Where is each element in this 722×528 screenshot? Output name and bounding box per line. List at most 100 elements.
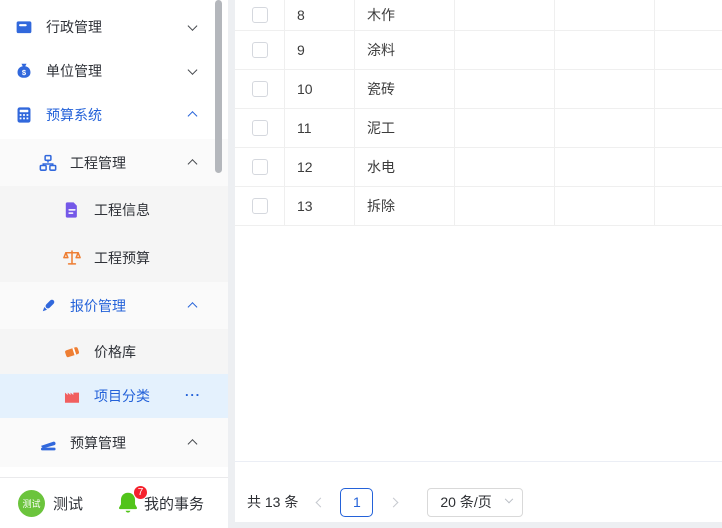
sidebar-item-label: 预算管理 (70, 434, 126, 451)
empty-cell (455, 109, 555, 147)
pen-icon (38, 296, 58, 316)
category-name-cell: 涂料 (355, 31, 455, 69)
calculator-icon (14, 105, 34, 125)
stapler-icon (38, 433, 58, 453)
table-row: 8 木作 (235, 0, 722, 31)
document-icon (62, 200, 82, 220)
empty-cell (655, 187, 722, 225)
sidebar-item-project-info[interactable]: 工程信息 (0, 186, 228, 234)
sitemap-icon (38, 153, 58, 173)
row-index-cell: 10 (285, 70, 355, 108)
empty-cell (555, 187, 655, 225)
my-tasks-label: 我的事务 (144, 495, 205, 513)
user-profile[interactable]: 测试 测试 (0, 489, 84, 517)
sidebar-item-project-budget[interactable]: 工程预算 (0, 234, 228, 282)
empty-cell (455, 0, 555, 30)
content-area: 8 木作 9 涂料 10 瓷砖 11 泥工 12 水电 13 拆除 共 13 条… (235, 0, 722, 528)
page-size-label: 20 条/页 (440, 494, 492, 510)
sidebar-item-budget-system[interactable]: 预算系统 (0, 93, 228, 137)
sidebar-item-label: 行政管理 (46, 19, 102, 35)
table-row: 10 瓷砖 (235, 70, 722, 109)
empty-cell (655, 0, 722, 30)
sidebar-scrollbar-thumb[interactable] (215, 0, 222, 173)
archive-icon (14, 17, 34, 37)
total-count: 共 13 条 (247, 494, 299, 510)
sidebar-item-unit-management[interactable]: $ 单位管理 (0, 49, 228, 93)
category-name-cell: 泥工 (355, 109, 455, 147)
page-1-button[interactable]: 1 (340, 487, 374, 517)
pagination-bar: 共 13 条 1 20 条/页 (247, 487, 524, 517)
empty-cell (655, 31, 722, 69)
row-checkbox[interactable] (251, 159, 268, 175)
sidebar-item-label: 项目分类 (94, 388, 150, 404)
empty-cell (655, 109, 722, 147)
chevron-up-icon (187, 158, 198, 169)
my-tasks-button[interactable]: 7 我的事务 (115, 485, 205, 516)
notification-badge: 7 (133, 485, 149, 500)
sidebar-item-label: 工程信息 (94, 202, 150, 218)
sidebar-footer: 测试 测试 7 我的事务 (0, 477, 228, 528)
empty-cell (655, 70, 722, 108)
sidebar-item-price-library[interactable]: 价格库 (0, 329, 228, 374)
row-checkbox[interactable] (251, 7, 268, 23)
sidebar-item-label: 工程管理 (70, 154, 126, 171)
row-checkbox[interactable] (251, 42, 268, 58)
row-index-cell: 12 (285, 148, 355, 186)
chevron-up-icon (187, 111, 198, 121)
row-checkbox[interactable] (251, 198, 268, 214)
page-size-select[interactable]: 20 条/页 (427, 487, 524, 517)
horizontal-scrollbar-track[interactable] (235, 522, 722, 528)
svg-text:$: $ (22, 68, 27, 77)
chevron-right-icon (388, 497, 399, 507)
chevron-left-icon (315, 497, 326, 507)
empty-cell (455, 148, 555, 186)
moneybag-icon: $ (14, 61, 34, 81)
empty-cell (555, 70, 655, 108)
table-row: 9 涂料 (235, 31, 722, 70)
empty-cell (555, 109, 655, 147)
category-name-cell: 瓷砖 (355, 70, 455, 108)
sidebar-item-project-category[interactable]: 项目分类 ··· (0, 374, 228, 418)
chevron-down-icon (505, 494, 514, 504)
sidebar-item-label: 工程预算 (94, 250, 150, 266)
category-table: 8 木作 9 涂料 10 瓷砖 11 泥工 12 水电 13 拆除 (235, 0, 722, 226)
pagination-divider (235, 461, 722, 462)
row-index-cell: 8 (285, 0, 355, 30)
eraser-icon (62, 342, 82, 362)
chevron-up-icon (187, 438, 198, 449)
chevron-down-icon (187, 65, 198, 75)
avatar: 测试 (18, 489, 45, 517)
empty-cell (555, 148, 655, 186)
sidebar-item-label: 预算系统 (46, 107, 102, 123)
sidebar-item-label: 报价管理 (70, 297, 126, 314)
chevron-up-icon (187, 301, 198, 312)
row-checkbox[interactable] (251, 81, 268, 97)
row-index-cell: 9 (285, 31, 355, 69)
more-actions-icon[interactable]: ··· (185, 387, 201, 402)
sidebar-item-label: 价格库 (94, 343, 136, 360)
user-name: 测试 (53, 495, 84, 513)
row-checkbox[interactable] (251, 120, 268, 136)
empty-cell (455, 70, 555, 108)
sidebar-splitter[interactable] (228, 0, 235, 528)
chevron-down-icon (187, 21, 198, 31)
scale-icon (62, 248, 82, 268)
sidebar: 行政管理 $ 单位管理 预算系统 工程管理 工程信息 工程预算 报价管理 价格库… (0, 0, 228, 528)
prev-page-button[interactable] (306, 488, 334, 516)
table-row: 11 泥工 (235, 109, 722, 148)
sidebar-item-quote-management[interactable]: 报价管理 (0, 282, 228, 329)
sidebar-item-budget-management[interactable]: 预算管理 (0, 418, 228, 467)
bell-icon: 7 (115, 485, 149, 516)
empty-cell (655, 148, 722, 186)
category-name-cell: 木作 (355, 0, 455, 30)
empty-cell (555, 31, 655, 69)
sidebar-item-admin-management[interactable]: 行政管理 (0, 5, 228, 49)
sidebar-item-project-management[interactable]: 工程管理 (0, 139, 228, 186)
app-window: 行政管理 $ 单位管理 预算系统 工程管理 工程信息 工程预算 报价管理 价格库… (0, 0, 722, 528)
factory-icon (62, 386, 82, 406)
row-index-cell: 11 (285, 109, 355, 147)
row-index-cell: 13 (285, 187, 355, 225)
next-page-button[interactable] (379, 488, 407, 516)
empty-cell (555, 0, 655, 30)
empty-cell (455, 31, 555, 69)
